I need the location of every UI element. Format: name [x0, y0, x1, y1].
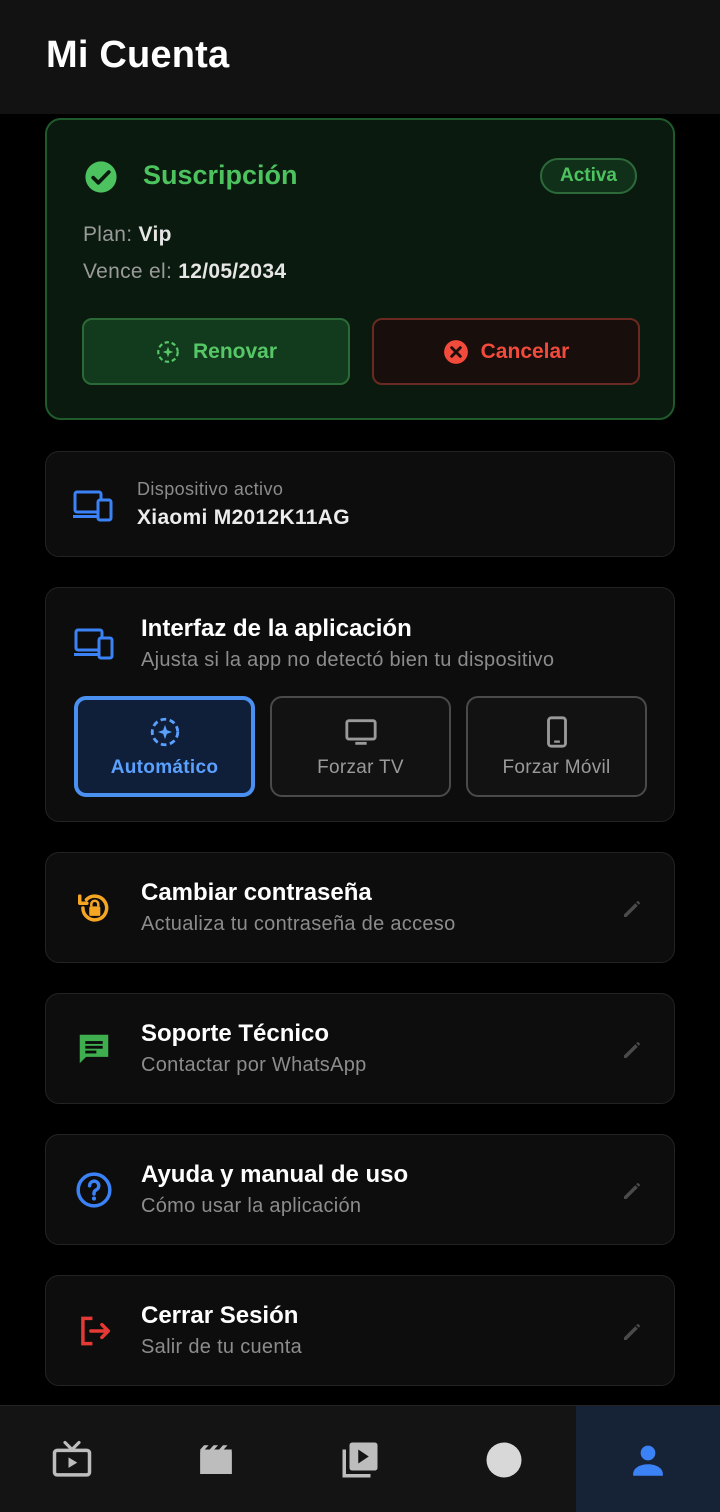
option-title: Ayuda y manual de uso: [141, 1161, 409, 1188]
nav-account[interactable]: [576, 1406, 720, 1512]
mode-mobile-button[interactable]: Forzar Móvil: [466, 696, 647, 797]
bottom-navigation: [0, 1405, 720, 1512]
lock-reset-icon: [78, 894, 109, 922]
option-title: Cerrar Sesión: [141, 1302, 299, 1329]
logout-icon: [81, 1316, 110, 1346]
chat-icon: [79, 1034, 109, 1064]
device-value: Xiaomi M2012K11AG: [137, 506, 350, 529]
app-header: Mi Cuenta: [0, 0, 720, 114]
nav-movies[interactable]: [144, 1406, 288, 1512]
help-icon: [76, 1172, 112, 1208]
mode-automatic-label: Automático: [110, 756, 219, 778]
expiry-label: Vence el:: [83, 260, 173, 283]
change-password-item[interactable]: Cambiar contraseña Actualiza tu contrase…: [45, 852, 675, 963]
renew-icon: [157, 340, 179, 363]
edit-icon: [624, 901, 640, 917]
auto-mode-icon: [150, 717, 179, 746]
plan-value: Vip: [138, 223, 172, 246]
option-subtitle: Contactar por WhatsApp: [141, 1054, 367, 1076]
interface-title: Interfaz de la aplicación: [141, 615, 412, 642]
option-subtitle: Salir de tu cuenta: [141, 1336, 303, 1358]
cancel-icon: [443, 339, 468, 364]
movies-icon: [200, 1444, 232, 1474]
mode-automatic-button[interactable]: Automático: [74, 696, 255, 797]
device-label: Dispositivo activo: [137, 479, 284, 499]
tv-icon: [344, 718, 377, 745]
interface-card: Interfaz de la aplicación Ajusta si la a…: [45, 587, 675, 822]
support-item[interactable]: Soporte Técnico Contactar por WhatsApp: [45, 993, 675, 1104]
nav-live-tv[interactable]: [0, 1406, 144, 1512]
devices-icon: [74, 628, 114, 660]
edit-icon: [624, 1324, 640, 1340]
subscription-card: Suscripción Activa Plan: Vip Vence el: 1…: [45, 118, 675, 420]
active-device-card: Dispositivo activo Xiaomi M2012K11AG: [45, 451, 675, 557]
smartphone-icon: [546, 715, 567, 748]
edit-icon: [624, 1183, 640, 1199]
renew-button[interactable]: Renovar: [82, 318, 350, 385]
cancel-button[interactable]: Cancelar: [372, 318, 640, 385]
option-subtitle: Actualiza tu contraseña de acceso: [141, 913, 456, 935]
mode-mobile-label: Forzar Móvil: [502, 756, 611, 778]
edit-icon: [624, 1042, 640, 1058]
option-title: Soporte Técnico: [141, 1020, 330, 1047]
cancel-label: Cancelar: [480, 339, 570, 363]
check-circle-icon: [85, 161, 117, 193]
devices-icon: [73, 490, 113, 522]
mode-tv-label: Forzar TV: [317, 756, 404, 778]
circle-icon: [486, 1442, 522, 1477]
plan-line: Plan: Vip: [83, 223, 172, 247]
series-icon: [342, 1442, 378, 1477]
expiry-line: Vence el: 12/05/2034: [83, 260, 286, 284]
mode-tv-button[interactable]: Forzar TV: [270, 696, 451, 797]
account-icon: [633, 1445, 663, 1476]
nav-series[interactable]: [288, 1406, 432, 1512]
logout-item[interactable]: Cerrar Sesión Salir de tu cuenta: [45, 1275, 675, 1386]
live-tv-icon: [52, 1440, 92, 1477]
nav-circle[interactable]: [432, 1406, 576, 1512]
expiry-value: 12/05/2034: [178, 260, 287, 283]
page-title: Mi Cuenta: [46, 34, 230, 76]
plan-label: Plan:: [83, 223, 133, 246]
renew-label: Renovar: [192, 339, 278, 363]
help-item[interactable]: Ayuda y manual de uso Cómo usar la aplic…: [45, 1134, 675, 1245]
option-subtitle: Cómo usar la aplicación: [141, 1195, 362, 1217]
option-title: Cambiar contraseña: [141, 879, 372, 906]
interface-subtitle: Ajusta si la app no detectó bien tu disp…: [141, 649, 555, 671]
status-badge: Activa: [539, 158, 637, 194]
subscription-title: Suscripción: [143, 160, 298, 190]
